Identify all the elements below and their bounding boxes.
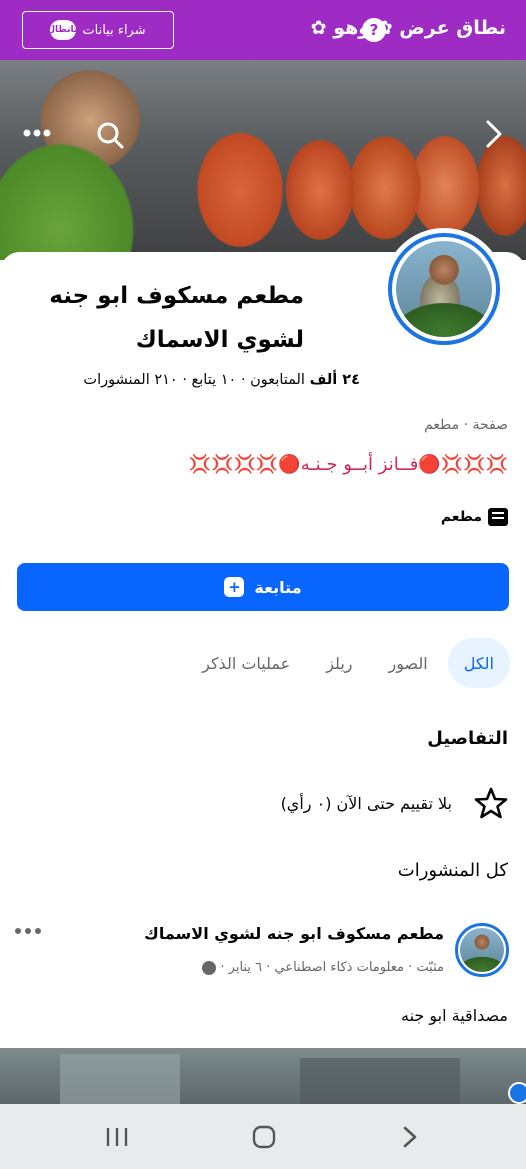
avatar-photo bbox=[396, 241, 492, 337]
following-count: ١٠ يتابع bbox=[191, 372, 237, 388]
profile-tabs: الكل الصور ريلز عمليات الذكر bbox=[186, 638, 510, 688]
system-nav-bar bbox=[0, 1104, 526, 1169]
buy-data-label: شراء بيانات bbox=[82, 22, 146, 38]
page-bio: 💢💢💢🔴فــانز أبــو جـنـه🔴💢💢💢💢 bbox=[188, 454, 508, 475]
search-icon[interactable] bbox=[95, 120, 125, 150]
rating-text: بلا تقييم حتى الآن (٠ رأي) bbox=[280, 793, 452, 813]
post-text: مصداقية ابو جنه bbox=[401, 1006, 508, 1025]
star-icon bbox=[474, 787, 508, 819]
post-author-name[interactable]: مطعم مسكوف ابو جنه لشوي الاسماك bbox=[144, 924, 444, 943]
tab-all[interactable]: الكل bbox=[447, 638, 510, 688]
chat-bubble-icon[interactable] bbox=[508, 1082, 526, 1104]
clapperboard-icon bbox=[488, 508, 508, 526]
followers-count: ٢٤ ألف bbox=[309, 372, 360, 388]
profile-avatar[interactable] bbox=[383, 228, 505, 350]
tab-photos[interactable]: الصور bbox=[373, 638, 444, 688]
category-tag-label: مطعم bbox=[440, 509, 482, 525]
chevron-right-icon[interactable] bbox=[482, 116, 506, 152]
home-icon[interactable] bbox=[251, 1124, 277, 1150]
tab-mentions[interactable]: عمليات الذكر bbox=[186, 638, 306, 688]
posts-count: ٢١٠ المنشورات bbox=[83, 372, 178, 388]
rating-row[interactable]: بلا تقييم حتى الآن (٠ رأي) bbox=[281, 786, 508, 820]
recent-apps-icon[interactable] bbox=[104, 1124, 130, 1150]
follow-plus-icon: + bbox=[224, 577, 245, 597]
followers-label: المتابعون bbox=[250, 372, 305, 388]
stats-separator: · bbox=[177, 372, 192, 388]
post-meta-text: مثبّت · معلومات ذكاء اصطناعي · ٦ يناير · bbox=[220, 960, 444, 975]
follow-button[interactable]: متابعة + bbox=[17, 563, 509, 611]
page-stats[interactable]: ٢٤ ألف المتابعون · ١٠ يتابع · ٢١٠ المنشو… bbox=[83, 372, 360, 388]
top-banner: نطاق عرض ✿ وهو ✿ ? شراء بيانات ماتطال bbox=[0, 0, 526, 60]
tab-reels[interactable]: ريلز bbox=[310, 638, 368, 688]
banner-brand: نطاق عرض ✿ وهو ✿ bbox=[310, 17, 506, 39]
posts-heading: كل المنشورات bbox=[397, 860, 508, 881]
page-category: صفحة · مطعم bbox=[424, 417, 508, 433]
post-image[interactable] bbox=[0, 1048, 526, 1104]
story-ring bbox=[388, 233, 500, 345]
details-heading: التفاصيل bbox=[427, 728, 508, 749]
post-more-icon[interactable] bbox=[14, 924, 42, 938]
buy-data-button[interactable]: شراء بيانات ماتطال bbox=[22, 11, 174, 49]
buy-data-chip: ماتطال bbox=[47, 20, 80, 40]
post-author-avatar[interactable] bbox=[455, 923, 509, 977]
page-title: مطعم مسكوف ابو جنه لشوي الاسماك bbox=[49, 283, 304, 353]
follow-label: متابعة bbox=[254, 577, 302, 597]
post-avatar-photo bbox=[460, 928, 504, 972]
more-icon[interactable] bbox=[22, 126, 52, 140]
globe-icon bbox=[202, 960, 217, 975]
help-icon[interactable]: ? bbox=[362, 18, 386, 42]
back-icon[interactable] bbox=[400, 1124, 420, 1150]
stats-separator: · bbox=[236, 372, 251, 388]
category-tag: مطعم bbox=[441, 508, 508, 526]
post-meta: مثبّت · معلومات ذكاء اصطناعي · ٦ يناير · bbox=[202, 960, 444, 975]
